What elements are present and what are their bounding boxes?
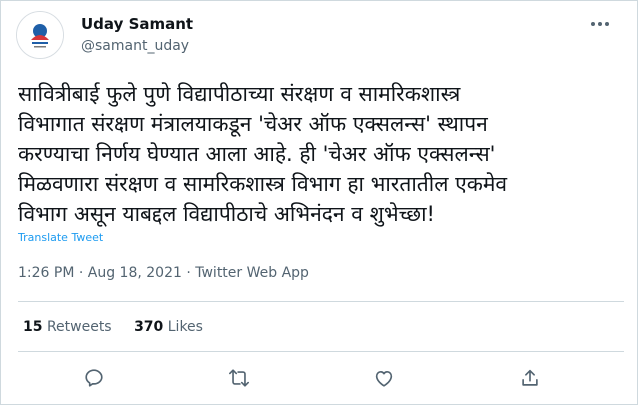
more-options-icon[interactable] xyxy=(585,13,615,35)
likes-count: 370 xyxy=(134,319,164,335)
divider xyxy=(18,301,624,302)
avatar-logo-icon xyxy=(17,12,63,58)
tweet-timestamp[interactable]: 1:26 PM · Aug 18, 2021 · Twitter Web App xyxy=(18,265,309,281)
retweet-icon xyxy=(229,369,249,387)
display-name[interactable]: Uday Samant xyxy=(81,15,193,33)
retweets-count: 15 xyxy=(23,319,43,335)
tweet-text: सावित्रीबाई फुले पुणे विद्यापीठाच्या संर… xyxy=(18,82,508,226)
retweets-label: Retweets xyxy=(46,319,112,335)
reply-icon xyxy=(85,369,103,387)
divider xyxy=(18,351,624,352)
tweet-card: Uday Samant @samant_uday सावित्रीबाई फुल… xyxy=(0,0,638,405)
retweet-button[interactable] xyxy=(225,366,253,390)
like-button[interactable] xyxy=(370,366,398,390)
reply-button[interactable] xyxy=(80,366,108,390)
translate-tweet-link[interactable]: Translate Tweet xyxy=(18,231,103,244)
user-handle[interactable]: @samant_uday xyxy=(81,38,189,54)
share-icon xyxy=(522,369,538,386)
avatar[interactable] xyxy=(16,11,64,59)
share-button[interactable] xyxy=(516,366,544,390)
action-bar xyxy=(1,363,637,393)
retweets-stat[interactable]: 15 Retweets xyxy=(23,319,112,335)
likes-stat[interactable]: 370 Likes xyxy=(134,319,203,335)
like-icon xyxy=(375,371,393,387)
tweet-stats: 15 Retweets 370 Likes xyxy=(23,319,203,335)
likes-label: Likes xyxy=(167,319,203,335)
